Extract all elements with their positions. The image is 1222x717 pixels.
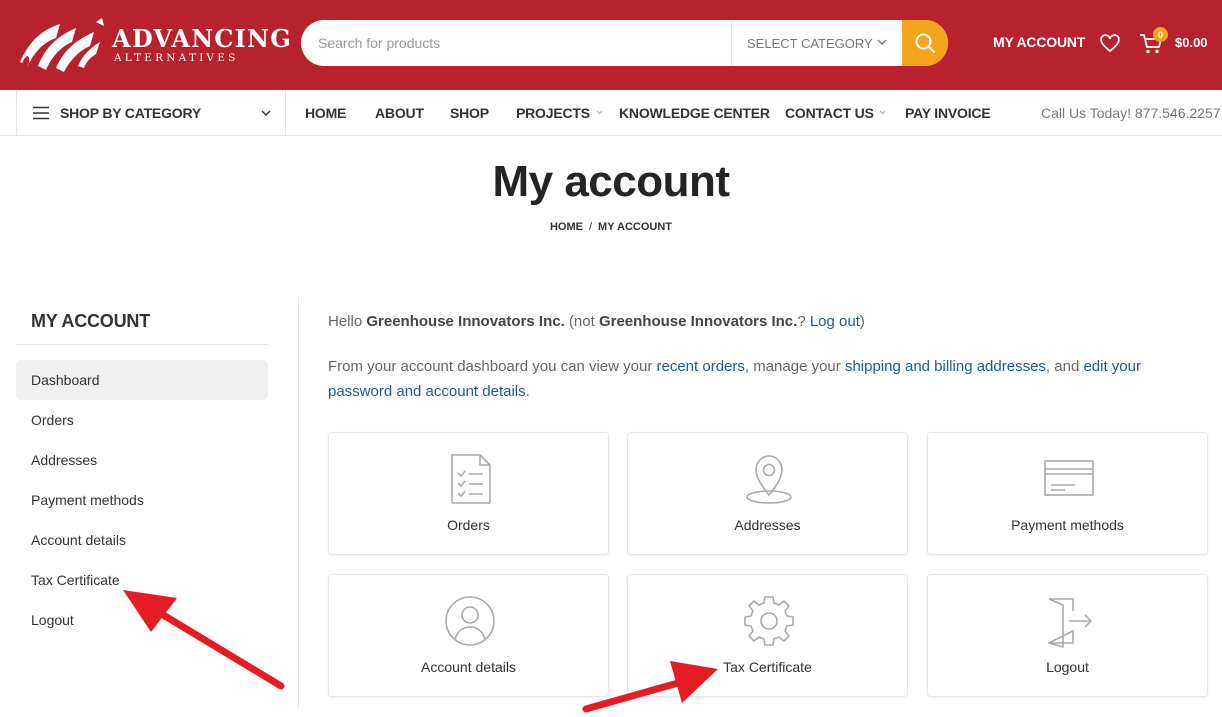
cart-total[interactable]: $0.00 — [1175, 35, 1208, 50]
card-label: Orders — [447, 517, 490, 533]
card-tax-certificate[interactable]: Tax Certificate — [627, 574, 908, 697]
search-bar: SELECT CATEGORY — [301, 20, 948, 66]
site-header: ADVANCING ALTERNATIVES SELECT CATEGORY M… — [0, 0, 1222, 90]
nav-projects[interactable]: PROJECTS — [516, 105, 603, 121]
sidebar-vertical-divider — [298, 297, 299, 708]
breadcrumb: HOME / MY ACCOUNT — [0, 221, 1222, 233]
heart-icon[interactable] — [1098, 31, 1122, 55]
sidebar-divider — [16, 344, 268, 345]
intro-part-4: . — [525, 383, 530, 400]
addresses-link[interactable]: shipping and billing addresses — [845, 358, 1046, 375]
nav-home[interactable]: HOME — [305, 105, 346, 121]
cart-count-badge: 0 — [1153, 27, 1168, 42]
search-input[interactable] — [301, 20, 731, 66]
card-payment-methods[interactable]: Payment methods — [927, 432, 1208, 555]
my-account-link[interactable]: MY ACCOUNT — [993, 34, 1085, 50]
nav-shop[interactable]: SHOP — [450, 105, 489, 121]
sidebar-item-orders[interactable]: Orders — [16, 400, 268, 440]
site-logo[interactable]: ADVANCING ALTERNATIVES — [16, 14, 291, 76]
chevron-down-icon — [880, 110, 886, 115]
search-category-label: SELECT CATEGORY — [747, 35, 873, 51]
nav-contact-us[interactable]: CONTACT US — [785, 105, 886, 121]
nav-knowledge-center[interactable]: KNOWLEDGE CENTER — [619, 105, 770, 121]
user-circle-icon — [445, 596, 495, 646]
card-label: Addresses — [734, 517, 801, 533]
gear-icon — [744, 596, 794, 646]
logout-link[interactable]: Log out — [810, 313, 860, 330]
card-label: Payment methods — [1011, 517, 1124, 533]
phone-number: Call Us Today! 877.546.2257 — [1041, 105, 1221, 121]
sidebar-item-payment-methods[interactable]: Payment methods — [16, 480, 268, 520]
map-pin-icon — [746, 455, 792, 504]
breadcrumb-separator: / — [588, 221, 593, 233]
search-button[interactable] — [902, 20, 948, 66]
breadcrumb-home[interactable]: HOME — [550, 221, 583, 233]
sidebar-item-account-details[interactable]: Account details — [16, 520, 268, 560]
door-exit-icon — [1048, 598, 1093, 648]
card-label: Tax Certificate — [723, 659, 812, 675]
greeting-question: ? — [797, 313, 810, 330]
credit-card-icon — [1044, 460, 1094, 496]
nav-pay-invoice[interactable]: PAY INVOICE — [905, 105, 991, 121]
search-category-select[interactable]: SELECT CATEGORY — [731, 20, 903, 66]
greeting-prefix: Hello — [328, 313, 367, 330]
user-name-2: Greenhouse Innovators Inc. — [598, 313, 798, 330]
card-label: Logout — [1046, 659, 1089, 675]
logo-mark-icon — [20, 18, 104, 72]
intro-part-3: , and — [1045, 358, 1084, 375]
chevron-down-icon — [596, 110, 602, 115]
card-addresses[interactable]: Addresses — [627, 432, 908, 555]
greeting-not: (not — [564, 313, 599, 330]
nav-contact-us-label: CONTACT US — [785, 105, 874, 121]
menu-icon — [33, 106, 49, 120]
card-orders[interactable]: Orders — [328, 432, 609, 555]
sidebar-item-logout[interactable]: Logout — [16, 600, 268, 640]
nav-projects-label: PROJECTS — [516, 105, 590, 121]
logo-subtitle: ALTERNATIVES — [114, 52, 239, 64]
sidebar-title: MY ACCOUNT — [31, 311, 150, 331]
card-logout[interactable]: Logout — [927, 574, 1208, 697]
greeting-text: Hello Greenhouse Innovators Inc. (not Gr… — [328, 313, 865, 330]
user-name: Greenhouse Innovators Inc. — [366, 313, 565, 330]
page-title: My account — [492, 157, 730, 206]
dashboard-intro: From your account dashboard you can view… — [328, 354, 1208, 404]
main-navigation: SHOP BY CATEGORY HOME ABOUT SHOP PROJECT… — [0, 90, 1222, 136]
card-label: Account details — [421, 659, 516, 675]
shop-by-category-button[interactable]: SHOP BY CATEGORY — [16, 90, 286, 136]
intro-part-2: , manage your — [744, 358, 845, 375]
search-icon — [915, 33, 936, 54]
chevron-down-icon — [877, 39, 887, 46]
recent-orders-link[interactable]: recent orders — [657, 358, 745, 375]
clipboard-list-icon — [451, 454, 491, 504]
logo-title: ADVANCING — [112, 24, 292, 53]
sidebar-item-addresses[interactable]: Addresses — [16, 440, 268, 480]
shop-by-category-label: SHOP BY CATEGORY — [60, 105, 201, 121]
breadcrumb-current: MY ACCOUNT — [598, 221, 672, 233]
chevron-down-icon — [261, 110, 271, 117]
card-account-details[interactable]: Account details — [328, 574, 609, 697]
greeting-end: ) — [859, 313, 865, 330]
intro-part-1: From your account dashboard you can view… — [328, 358, 657, 375]
nav-about[interactable]: ABOUT — [375, 105, 424, 121]
sidebar-item-tax-certificate[interactable]: Tax Certificate — [16, 560, 268, 600]
sidebar-item-dashboard[interactable]: Dashboard — [16, 360, 268, 400]
